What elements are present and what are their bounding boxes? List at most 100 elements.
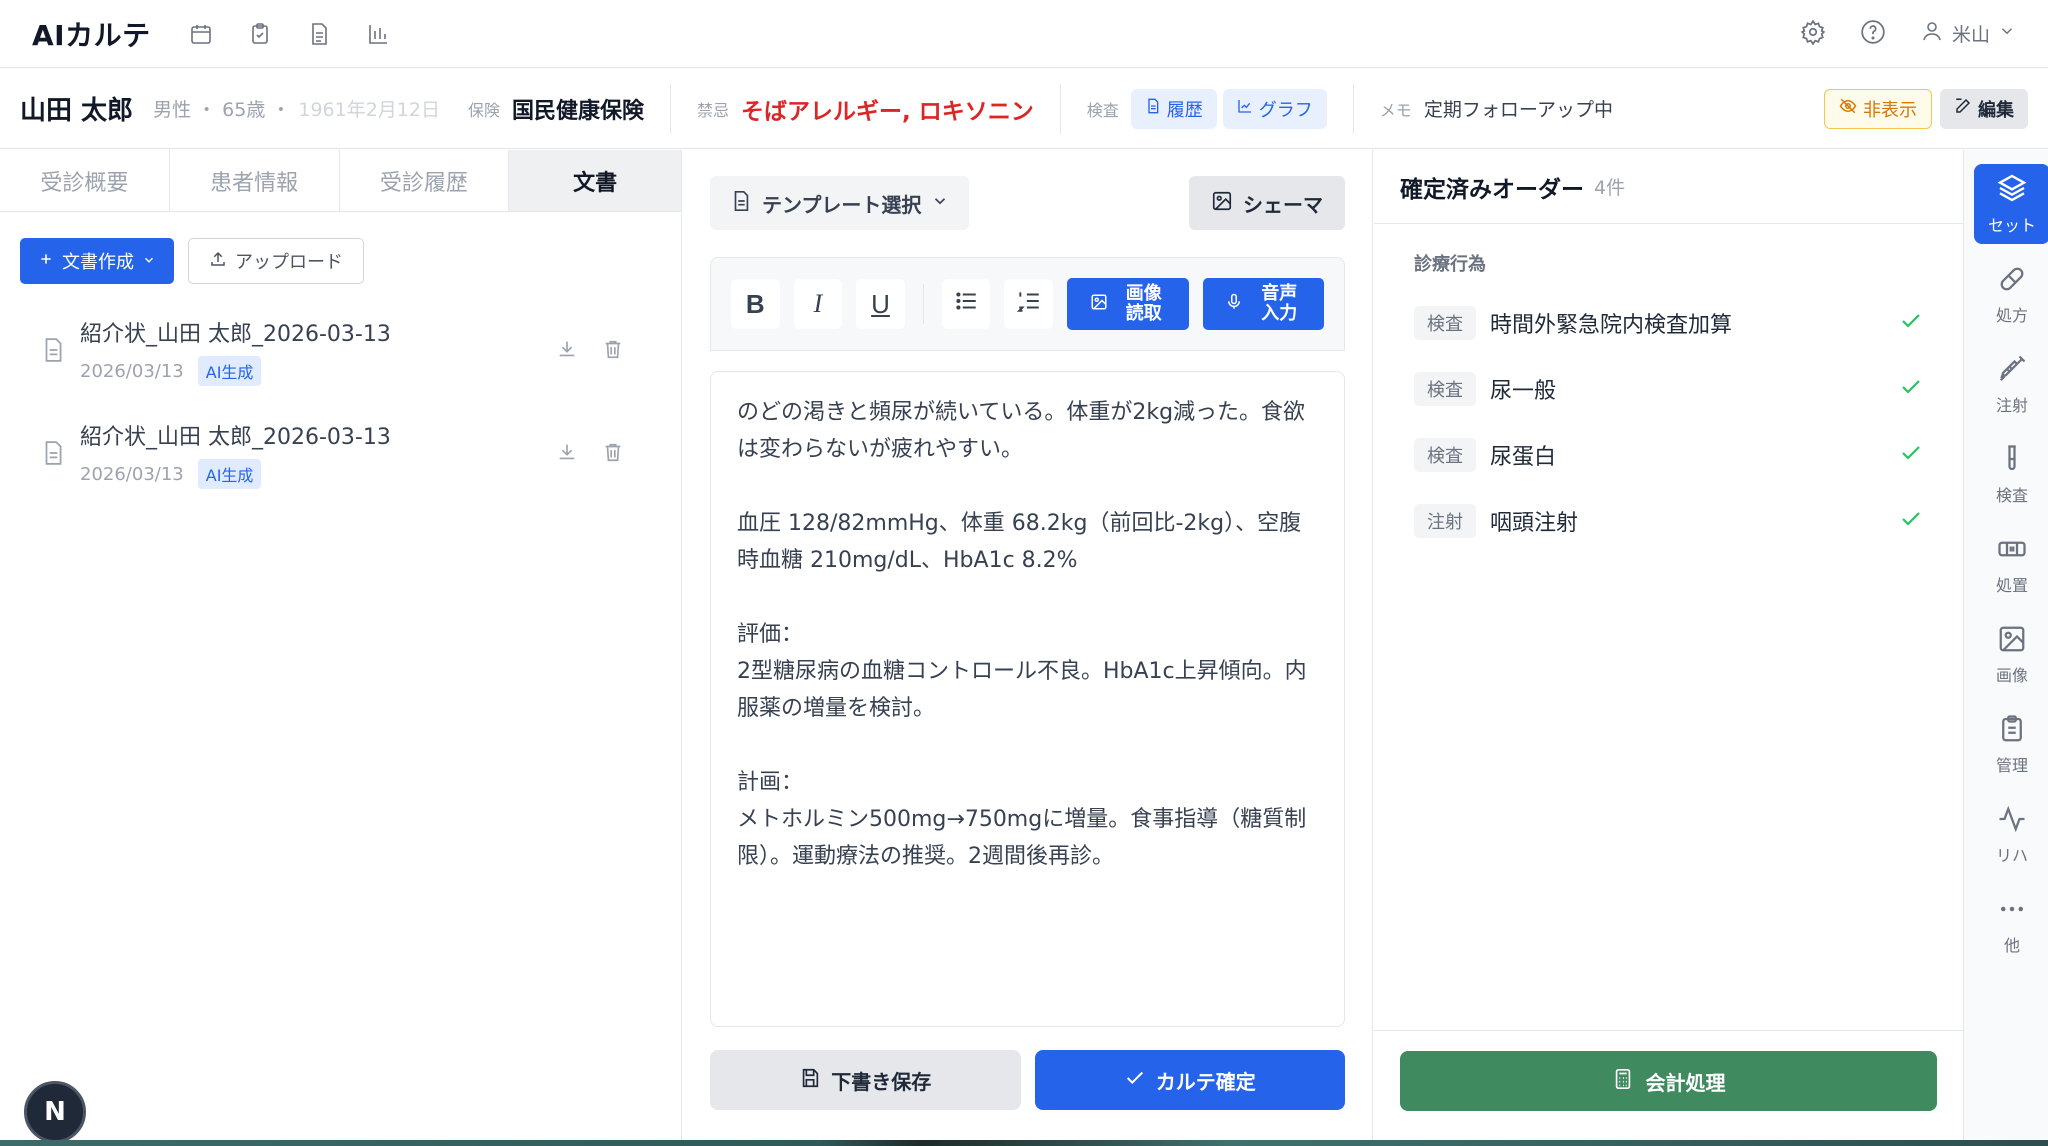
order-item[interactable]: 注射 咽頭注射 [1374,488,1963,554]
rail-item-prescription[interactable]: 処方 [1974,250,2048,340]
exam-label: 検査 [1086,100,1119,120]
tab-visit-history[interactable]: 受診履歴 [339,150,510,212]
tab-patient-info[interactable]: 患者情報 [169,150,340,212]
calendar-icon[interactable] [187,20,215,48]
layers-icon [1996,172,2028,208]
help-icon[interactable] [1860,19,1886,49]
divider [1059,83,1061,134]
floating-action-button[interactable]: N [24,1081,86,1143]
tab-visit-summary[interactable]: 受診概要 [0,150,170,212]
trash-icon[interactable] [602,338,624,364]
insurance-value: 国民健康保険 [512,98,645,124]
divider [1352,83,1354,134]
confirm-chart-label: カルテ確定 [1155,1069,1256,1094]
order-name: 時間外緊急院内検査加算 [1490,313,1733,338]
chevron-down-icon [931,191,949,215]
rail-label: セット [1987,216,2036,235]
check-icon [1899,441,1923,469]
exam-graph-button[interactable]: グラフ [1222,88,1327,129]
rail-item-more[interactable]: 他 [1974,880,2048,970]
rail-item-injection[interactable]: 注射 [1974,340,2048,430]
more-icon [1997,894,2027,928]
bullet-list-icon [953,288,979,321]
check-icon [1899,375,1923,403]
download-icon[interactable] [556,338,578,364]
activity-icon [1997,804,2027,838]
rail-label: 管理 [1995,756,2028,775]
rail-label: 処置 [1995,576,2028,595]
upload-icon [209,250,227,273]
document-item[interactable]: 紹介状_山田 太郎_2026-03-13 2026/03/13 AI生成 [0,300,681,403]
ai-generated-badge: AI生成 [197,459,262,489]
rail-item-procedure[interactable]: 処置 [1974,520,2048,610]
image-scan-icon [1090,293,1108,316]
create-document-label: 文書作成 [62,252,134,273]
save-icon [799,1067,821,1094]
template-select-button[interactable]: テンプレート選択 [710,176,970,230]
hide-button[interactable]: 非表示 [1824,88,1932,129]
app-title[interactable]: AIカルテ [32,14,151,54]
tab-documents[interactable]: 文書 [509,150,681,212]
document-item[interactable]: 紹介状_山田 太郎_2026-03-13 2026/03/13 AI生成 [0,403,681,506]
document-icon [1145,98,1161,119]
rail-item-exam[interactable]: 検査 [1974,430,2048,520]
ai-generated-badge: AI生成 [197,356,262,386]
check-icon [1899,507,1923,535]
order-item[interactable]: 検査 尿一般 [1374,356,1963,422]
underline-button[interactable]: U [856,279,905,329]
toolbar-divider [922,284,924,324]
orders-title: 確定済みオーダー [1400,176,1584,203]
clipboard-check-icon[interactable] [246,20,274,48]
chart-text-editor[interactable]: のどの渇きと頻尿が続いている。体重が2kg減った。食欲は変わらないが疲れやすい。… [710,371,1345,1027]
image-read-button[interactable]: 画像読取 [1067,278,1189,330]
save-draft-button[interactable]: 下書き保存 [710,1050,1021,1110]
editor-panel: テンプレート選択 シェーマ B I U 画像読取 音声入力 のどの渇きと頻尿が続… [683,150,1373,1140]
document-icon [730,190,752,217]
exam-history-label: 履歴 [1166,99,1203,121]
rail-item-management[interactable]: 管理 [1974,700,2048,790]
confirm-chart-button[interactable]: カルテ確定 [1034,1050,1345,1110]
schema-button[interactable]: シェーマ [1189,176,1345,230]
billing-button[interactable]: 会計処理 [1400,1051,1937,1111]
left-tabs: 受診概要 患者情報 受診履歴 文書 [0,150,681,212]
upload-button[interactable]: アップロード [188,238,364,284]
syringe-icon [1997,354,2027,388]
order-item[interactable]: 検査 尿蛋白 [1374,422,1963,488]
clipboard-list-icon [1997,714,2027,748]
allergy-label: 禁忌 [697,100,730,120]
allergy-value: そばアレルギー, ロキソニン [741,98,1034,125]
insurance-label: 保険 [467,100,500,120]
upload-label: アップロード [235,252,343,273]
check-icon [1124,1067,1146,1094]
numbered-list-button[interactable] [1004,279,1054,329]
italic-button[interactable]: I [793,279,843,329]
bar-chart-icon[interactable] [364,20,392,48]
create-document-button[interactable]: 文書作成 [20,238,174,284]
user-icon [1920,19,1944,48]
document-icon[interactable] [305,20,333,48]
bold-button[interactable]: B [731,279,780,329]
download-icon[interactable] [556,441,578,467]
editor-toolbar: B I U 画像読取 音声入力 [710,257,1345,351]
image-icon [1997,624,2027,658]
image-icon [1211,190,1233,217]
trash-icon[interactable] [602,441,624,467]
document-date: 2026/03/13 [80,463,184,485]
user-menu[interactable]: 米山 [1920,19,2016,48]
rail-item-set[interactable]: セット [1974,164,2048,244]
patient-header: 山田 太郎 男性 ・ 65歳 ・ 1961年2月12日 保険 国民健康保険 禁忌… [0,69,2048,149]
calculator-icon [1612,1068,1634,1095]
chevron-down-icon [1998,22,2016,45]
exam-history-button[interactable]: 履歴 [1130,88,1217,129]
settings-icon[interactable] [1800,19,1826,49]
rail-item-rehab[interactable]: リハ [1974,790,2048,880]
order-name: 尿蛋白 [1490,445,1557,470]
bandage-icon [1997,534,2027,568]
file-icon [40,337,66,367]
rail-item-image[interactable]: 画像 [1974,610,2048,700]
voice-input-button[interactable]: 音声入力 [1202,278,1325,330]
bullet-list-button[interactable] [941,279,991,329]
top-bar: AIカルテ 米山 [0,0,2048,68]
edit-button[interactable]: 編集 [1940,88,2028,129]
order-item[interactable]: 検査 時間外緊急院内検査加算 [1374,290,1963,356]
